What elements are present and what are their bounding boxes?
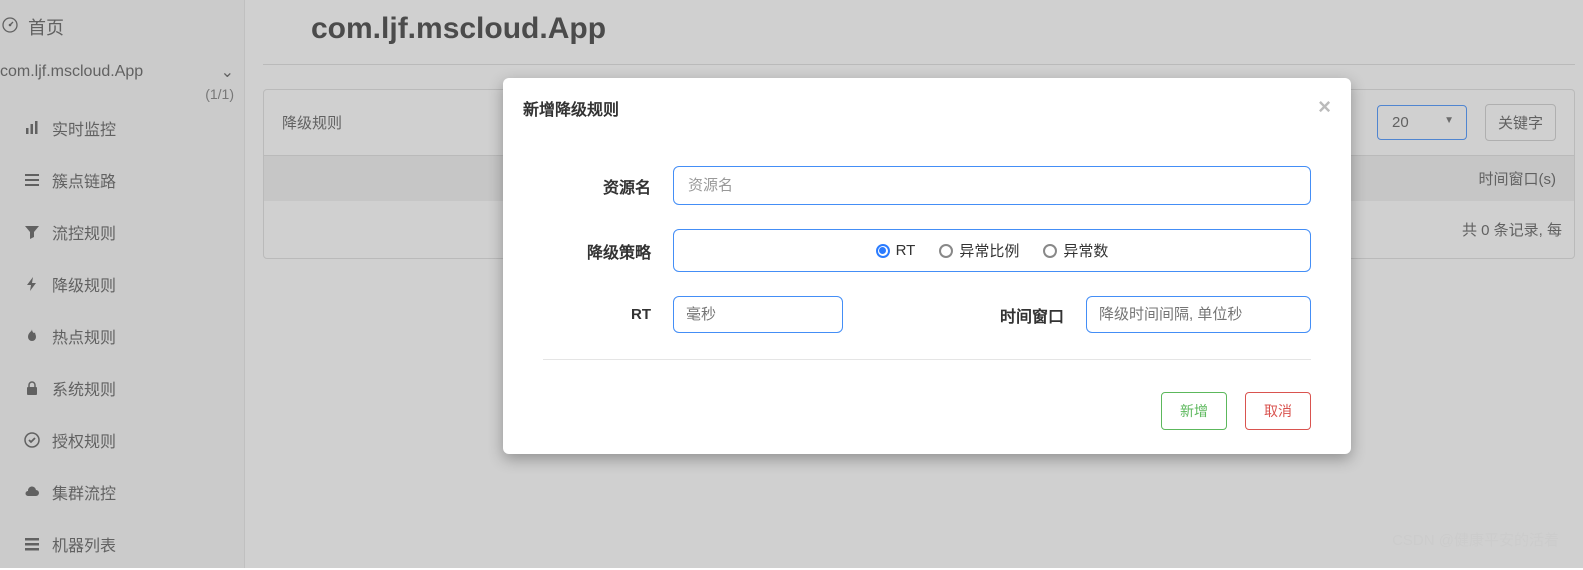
radio-icon (876, 244, 890, 258)
modal-footer: 新增 取消 (503, 372, 1351, 454)
radio-icon (939, 244, 953, 258)
strategy-rt[interactable]: RT (876, 240, 916, 261)
add-button[interactable]: 新增 (1161, 392, 1227, 430)
modal-header: 新增降级规则 × (503, 78, 1351, 136)
window-input[interactable] (1086, 296, 1311, 333)
rt-input[interactable] (673, 296, 843, 333)
resource-input[interactable] (673, 166, 1311, 205)
strategy-row: 降级策略 RT 异常比例 异常数 (543, 229, 1311, 272)
close-icon[interactable]: × (1318, 96, 1331, 118)
add-degrade-rule-modal: 新增降级规则 × 资源名 降级策略 RT 异常比例 异常数 RT 时间窗口 (503, 78, 1351, 454)
strategy-error-ratio[interactable]: 异常比例 (939, 240, 1019, 261)
radio-icon (1043, 244, 1057, 258)
resource-label: 资源名 (543, 174, 673, 198)
rt-label: RT (543, 306, 673, 323)
cancel-button[interactable]: 取消 (1245, 392, 1311, 430)
strategy-radio-group: RT 异常比例 异常数 (673, 229, 1311, 272)
watermark: CSDN @健康平安的活着 (1392, 529, 1559, 550)
modal-divider (543, 359, 1311, 360)
modal-body: 资源名 降级策略 RT 异常比例 异常数 RT 时间窗口 (503, 136, 1351, 372)
resource-row: 资源名 (543, 166, 1311, 205)
strategy-error-count[interactable]: 异常数 (1043, 240, 1108, 261)
window-label: 时间窗口 (906, 303, 1086, 327)
rt-window-row: RT 时间窗口 (543, 296, 1311, 333)
modal-title: 新增降级规则 (523, 96, 619, 120)
strategy-label: 降级策略 (543, 239, 673, 263)
